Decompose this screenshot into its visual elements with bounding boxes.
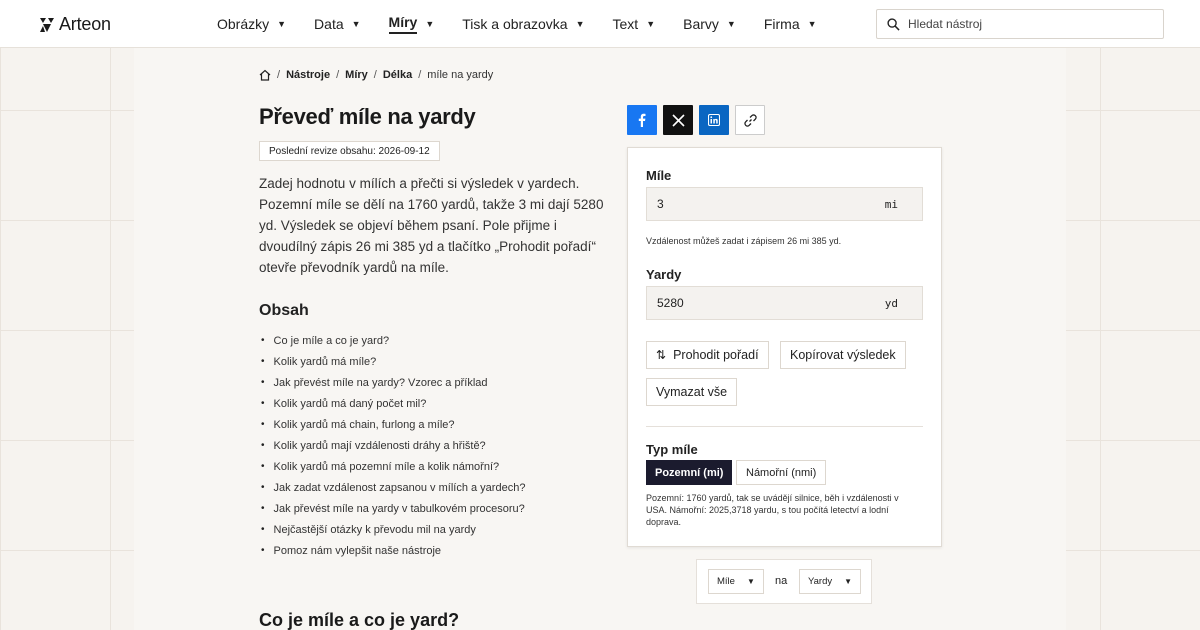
breadcrumb-separator: /	[373, 69, 377, 81]
miles-input[interactable]	[647, 197, 867, 211]
swap-label: Prohodit pořadí	[673, 348, 759, 362]
nav-item-tisk[interactable]: Tisk a obrazovka ▼	[462, 0, 584, 48]
miles-label: Míle	[646, 168, 672, 183]
breadcrumb-separator: /	[277, 69, 281, 81]
swap-icon: ⇅	[656, 348, 667, 362]
nav-label: Barvy	[683, 16, 719, 32]
intro-paragraph: Zadej hodnotu v mílích a přečti si výsle…	[259, 176, 604, 275]
nav-item-text[interactable]: Text ▼	[613, 0, 656, 48]
facebook-icon	[638, 113, 646, 127]
toc-item[interactable]: Kolik yardů má míle?	[259, 351, 525, 372]
copy-result-label: Kopírovat výsledek	[790, 348, 896, 362]
toc-title: Obsah	[259, 302, 309, 319]
caret-down-icon: ▼	[807, 19, 817, 29]
nav-item-data[interactable]: Data ▼	[314, 0, 361, 48]
breadcrumb-link-delka[interactable]: Délka	[383, 69, 412, 81]
share-facebook-button[interactable]	[627, 105, 657, 135]
toc-item[interactable]: Nejčastější otázky k převodu mil na yard…	[259, 519, 525, 540]
nav-label: Míry	[388, 14, 418, 34]
unit-connector: na	[775, 575, 788, 587]
toc-item[interactable]: Pomoz nám vylepšit naše nástroje	[259, 540, 525, 561]
x-icon	[671, 113, 685, 127]
mile-type-statute-button[interactable]: Pozemní (mi)	[646, 460, 733, 485]
caret-down-icon: ▼	[746, 577, 755, 586]
search-box[interactable]	[876, 9, 1164, 39]
search-icon	[887, 17, 900, 31]
nav-label: Data	[314, 16, 344, 32]
logo-text: Arteon	[59, 14, 111, 34]
page-title: Převeď míle na yardy	[259, 104, 476, 129]
toc-item[interactable]: Jak převést míle na yardy? Vzorec a přík…	[259, 372, 525, 393]
breadcrumb-separator: /	[336, 69, 340, 81]
copy-link-button[interactable]	[735, 105, 765, 135]
breadcrumb-link-nastroje[interactable]: Nástroje	[286, 69, 330, 81]
divider	[646, 426, 923, 427]
linkedin-icon	[708, 114, 720, 126]
table-of-contents: Co je míle a co je yard? Kolik yardů má …	[259, 330, 526, 561]
clear-all-label: Vymazat vše	[656, 385, 728, 399]
unit-selector: Míle ▼ na Yardy ▼	[696, 559, 872, 604]
swap-button[interactable]: ⇅ Prohodit pořadí	[646, 341, 769, 369]
yards-unit: yd	[884, 296, 898, 310]
caret-down-icon: ▼	[646, 19, 656, 29]
breadcrumb-link-miry[interactable]: Míry	[345, 69, 368, 81]
search-input[interactable]	[908, 17, 1148, 31]
logo[interactable]: Arteon	[39, 14, 111, 35]
caret-down-icon: ▼	[575, 19, 585, 29]
logo-icon	[40, 17, 54, 32]
breadcrumb-separator: /	[418, 69, 422, 81]
nav-label: Firma	[763, 16, 800, 32]
from-unit-select[interactable]: Míle ▼	[708, 569, 764, 594]
link-icon	[743, 113, 757, 127]
nav-item-obrazky[interactable]: Obrázky ▼	[217, 0, 286, 48]
copy-result-button[interactable]: Kopírovat výsledek	[780, 341, 906, 369]
toc-item[interactable]: Jak převést míle na yardy v tabulkovém p…	[259, 498, 525, 519]
caret-down-icon: ▼	[351, 19, 361, 29]
mile-type-label: Typ míle	[646, 442, 698, 457]
breadcrumb-current: míle na yardy	[427, 69, 494, 81]
main-nav: Obrázky ▼ Data ▼ Míry ▼ Tisk a obrazovka…	[217, 0, 845, 48]
yards-input[interactable]	[647, 296, 867, 310]
toc-item[interactable]: Kolik yardů má pozemní míle a kolik námo…	[259, 456, 525, 477]
caret-down-icon: ▼	[726, 19, 736, 29]
caret-down-icon: ▼	[277, 19, 287, 29]
revision-badge: Poslední revize obsahu: 2026-09-12	[259, 141, 440, 161]
miles-unit: mi	[884, 197, 898, 211]
nav-label: Tisk a obrazovka	[462, 16, 568, 32]
share-buttons	[627, 105, 765, 135]
breadcrumb: / Nástroje / Míry / Délka / míle na yard…	[259, 69, 493, 81]
home-icon[interactable]	[259, 69, 271, 81]
from-unit-value: Míle	[717, 576, 735, 587]
toc-item[interactable]: Kolik yardů mají vzdálenosti dráhy a hři…	[259, 435, 525, 456]
nav-label: Obrázky	[217, 16, 270, 32]
miles-hint: Vzdálenost můžeš zadat i zápisem 26 mi 3…	[646, 236, 842, 246]
caret-down-icon: ▼	[844, 577, 853, 586]
nav-item-miry[interactable]: Míry ▼	[388, 0, 435, 48]
caret-down-icon: ▼	[425, 19, 435, 29]
mile-type-nautical-button[interactable]: Námořní (nmi)	[736, 460, 827, 485]
share-linkedin-button[interactable]	[699, 105, 729, 135]
toc-item[interactable]: Jak zadat vzdálenost zapsanou v mílích a…	[259, 477, 526, 498]
toc-item[interactable]: Co je míle a co je yard?	[259, 330, 525, 351]
site-header: Arteon Obrázky ▼ Data ▼ Míry ▼ Tisk a ob…	[0, 0, 1200, 48]
to-unit-value: Yardy	[808, 576, 833, 587]
yards-label: Yardy	[646, 267, 682, 282]
nav-label: Text	[612, 16, 639, 32]
clear-all-button[interactable]: Vymazat vše	[646, 378, 738, 406]
mile-type-note: Pozemní: 1760 yardů, tak se uvádějí siln…	[646, 493, 899, 527]
section-title: Co je míle a co je yard?	[259, 610, 460, 630]
toc-item[interactable]: Kolik yardů má chain, furlong a míle?	[259, 414, 525, 435]
nav-item-firma[interactable]: Firma ▼	[764, 0, 817, 48]
miles-field[interactable]: mi	[646, 187, 923, 221]
toc-item[interactable]: Kolik yardů má daný počet mil?	[259, 393, 525, 414]
nav-item-barvy[interactable]: Barvy ▼	[683, 0, 736, 48]
share-x-button[interactable]	[663, 105, 693, 135]
converter-panel: Míle mi Vzdálenost můžeš zadat i zápisem…	[627, 147, 942, 547]
yards-field[interactable]: yd	[646, 286, 923, 320]
to-unit-select[interactable]: Yardy ▼	[799, 569, 862, 594]
